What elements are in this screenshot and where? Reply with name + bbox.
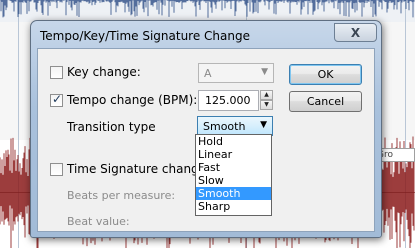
dialog-title: Tempo/Key/Time Signature Change (40, 29, 250, 43)
beats-per-measure-label: Beats per measure: (67, 189, 176, 202)
time-signature-checkbox[interactable] (50, 163, 63, 176)
transition-type-dropdown-list: Hold Linear Fast Slow Smooth Sharp (195, 134, 272, 216)
dropdown-option-sharp[interactable]: Sharp (196, 200, 271, 213)
tempo-bpm-input[interactable]: 125.000 (198, 90, 259, 111)
transition-type-select[interactable]: Smooth ▼ (197, 116, 273, 136)
spin-down-button[interactable]: ▼ (260, 100, 273, 110)
key-change-label: Key change: (67, 65, 141, 79)
key-select-value: A (204, 67, 212, 80)
top-lane-peaks (0, 0, 415, 18)
dropdown-option-smooth[interactable]: Smooth (196, 187, 271, 200)
beat-value-label: Beat value: (67, 215, 130, 228)
ok-button-label: OK (317, 68, 334, 81)
chevron-down-icon: ▼ (261, 67, 268, 77)
cancel-button-label: Cancel (306, 95, 345, 108)
transition-type-label: Transition type (67, 120, 156, 134)
tempo-change-checkbox[interactable] (50, 92, 63, 107)
dropdown-option-fast[interactable]: Fast (196, 161, 271, 174)
dialog-titlebar[interactable]: Tempo/Key/Time Signature Change X (31, 21, 381, 49)
dropdown-option-linear[interactable]: Linear (196, 148, 271, 161)
dropdown-option-slow[interactable]: Slow (196, 174, 271, 187)
close-button[interactable]: X (334, 23, 377, 42)
key-select[interactable]: A ▼ (198, 63, 274, 83)
chevron-down-icon: ▼ (260, 120, 267, 130)
tempo-spinner: ▲ ▼ (260, 90, 273, 111)
tempo-bpm-value: 125.000 (205, 94, 251, 107)
key-change-checkbox[interactable] (50, 66, 63, 79)
tempo-change-label: Tempo change (BPM): (67, 93, 198, 107)
cancel-button[interactable]: Cancel (289, 91, 362, 112)
ok-button[interactable]: OK (289, 64, 362, 85)
spin-up-button[interactable]: ▲ (260, 90, 273, 100)
close-icon: X (350, 25, 361, 40)
time-signature-label: Time Signature change: (67, 162, 211, 176)
transition-type-value: Smooth (203, 120, 246, 133)
dropdown-option-hold[interactable]: Hold (196, 135, 271, 148)
